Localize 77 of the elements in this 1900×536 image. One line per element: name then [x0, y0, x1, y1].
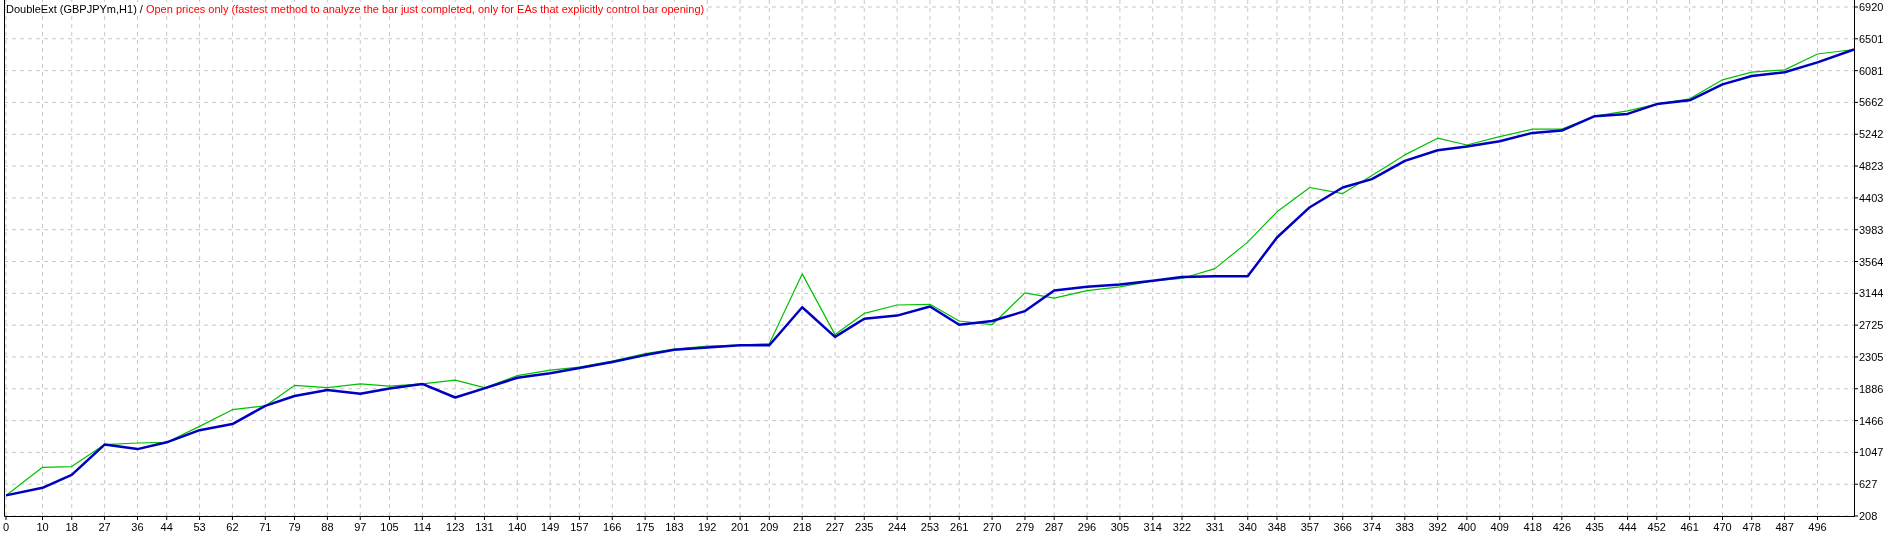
x-axis-label: 209 — [760, 521, 779, 533]
y-axis-label: 1466 — [1859, 414, 1884, 427]
y-axis-label: 2305 — [1859, 351, 1884, 363]
x-axis-label: 478 — [1742, 521, 1761, 533]
x-axis-label: 131 — [475, 521, 494, 533]
x-axis-label: 0 — [2, 521, 10, 533]
x-axis-label: 418 — [1523, 521, 1542, 533]
x-axis-label: 27 — [98, 521, 111, 533]
y-axis-label: 6501 — [1859, 32, 1884, 45]
x-axis-label: 149 — [541, 521, 560, 533]
x-axis-label: 235 — [855, 521, 874, 533]
x-axis-label: 175 — [635, 521, 655, 533]
x-axis-label: 105 — [380, 521, 399, 533]
x-axis-label: 374 — [1362, 521, 1382, 533]
x-axis-label: 10 — [36, 521, 49, 533]
x-axis-label: 400 — [1457, 521, 1477, 533]
x-axis-label: 166 — [603, 521, 622, 533]
x-axis-label: 227 — [825, 521, 845, 533]
x-axis-label: 322 — [1172, 521, 1192, 533]
x-axis-label: 62 — [226, 521, 239, 533]
x-axis-label: 183 — [665, 521, 684, 533]
y-axis-label: 627 — [1859, 478, 1878, 491]
x-axis-label: 201 — [730, 521, 750, 533]
x-axis-label: 461 — [1680, 521, 1699, 533]
x-axis-label: 44 — [160, 521, 173, 533]
x-axis-label: 114 — [413, 521, 432, 533]
x-axis-label: 123 — [446, 521, 465, 533]
x-axis-label: 487 — [1775, 521, 1794, 533]
x-axis-label: 18 — [65, 521, 78, 533]
y-axis-label: 3564 — [1859, 255, 1884, 268]
y-axis-label: 4403 — [1859, 191, 1884, 204]
x-axis-label: 366 — [1333, 521, 1352, 533]
x-axis-label: 71 — [259, 521, 272, 533]
x-axis-label: 409 — [1490, 521, 1509, 533]
x-axis-label: 270 — [982, 521, 1002, 533]
x-axis-label: 88 — [321, 521, 334, 533]
x-axis-label: 36 — [131, 521, 144, 533]
x-axis-label: 496 — [1808, 521, 1827, 533]
x-axis-label: 140 — [508, 521, 527, 533]
x-axis-label: 331 — [1205, 521, 1225, 533]
x-axis-label: 348 — [1267, 521, 1287, 533]
x-axis-label: 97 — [354, 521, 367, 533]
x-axis-label: 357 — [1300, 521, 1319, 533]
x-axis-label: 392 — [1428, 521, 1447, 533]
y-axis-label: 3144 — [1859, 287, 1884, 300]
y-axis-label: 3983 — [1859, 223, 1884, 236]
test-mode-note: Open prices only (fastest method to analyze the bar just completed, only for EAs that explicitly control bar opening) — [145, 2, 705, 16]
x-axis-label: 287 — [1045, 521, 1064, 533]
y-axis-label: 5662 — [1859, 96, 1884, 109]
y-axis-label: 6081 — [1859, 64, 1884, 77]
x-axis-label: 79 — [288, 521, 301, 533]
x-axis-label: 314 — [1143, 521, 1162, 533]
x-axis-label: 383 — [1395, 521, 1414, 533]
y-axis-label: 6920 — [1859, 1, 1884, 13]
x-axis-label: 157 — [570, 521, 589, 533]
x-axis-label: 261 — [950, 521, 969, 533]
y-axis-label: 1886 — [1859, 382, 1884, 395]
x-axis-label: 53 — [193, 521, 206, 533]
x-axis-label: 218 — [793, 521, 812, 533]
y-axis-label: 5242 — [1859, 128, 1884, 141]
x-axis-label: 244 — [887, 521, 907, 533]
x-axis-label: 470 — [1713, 521, 1732, 533]
y-axis-label: 2725 — [1859, 319, 1884, 332]
x-axis-label: 253 — [920, 521, 940, 533]
x-axis-label: 340 — [1238, 521, 1257, 533]
x-axis-label: 435 — [1585, 521, 1604, 533]
x-axis-label: 426 — [1552, 521, 1571, 533]
chart-title: DoubleExt (GBPJPYm,H1) / — [6, 2, 143, 16]
y-axis-label: 1047 — [1859, 446, 1884, 459]
x-axis-label: 452 — [1647, 521, 1666, 533]
x-axis-label: 279 — [1015, 521, 1035, 533]
x-axis-label: 305 — [1110, 521, 1130, 533]
y-axis-label: 4823 — [1859, 160, 1884, 172]
y-axis-label: 208 — [1859, 510, 1878, 522]
x-axis-label: 192 — [698, 521, 717, 533]
x-axis-label: 296 — [1077, 521, 1097, 533]
x-axis-label: 444 — [1618, 521, 1637, 533]
